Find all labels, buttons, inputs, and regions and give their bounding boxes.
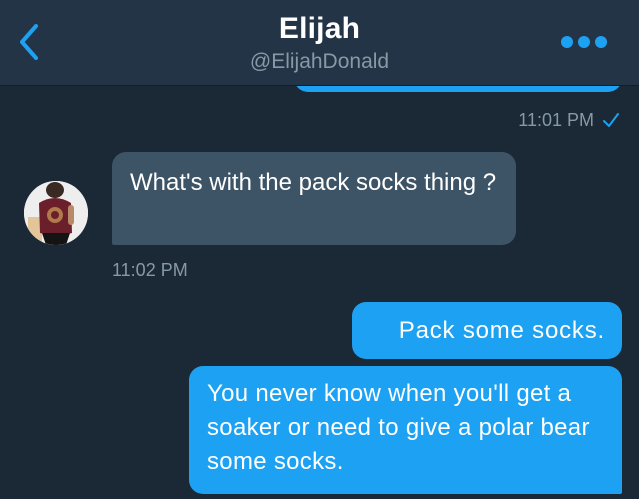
more-dots-icon [561,36,607,48]
more-options-button[interactable] [559,30,609,54]
message-timestamp: 11:01 PM [518,110,594,130]
avatar-icon [24,181,88,245]
conversation-header: Elijah @ElijahDonald [0,0,639,86]
avatar[interactable] [24,181,88,245]
outgoing-message-bubble: Pack some socks. [352,302,622,359]
incoming-message-bubble: What's with the pack socks thing ? [112,152,516,245]
contact-name: Elijah [278,12,361,45]
check-icon [603,113,619,127]
contact-handle: @ElijahDonald [249,50,390,73]
outgoing-message-bubble: You never know when you'll get a soaker … [189,366,622,494]
message-timestamp: 11:02 PM [112,260,188,280]
